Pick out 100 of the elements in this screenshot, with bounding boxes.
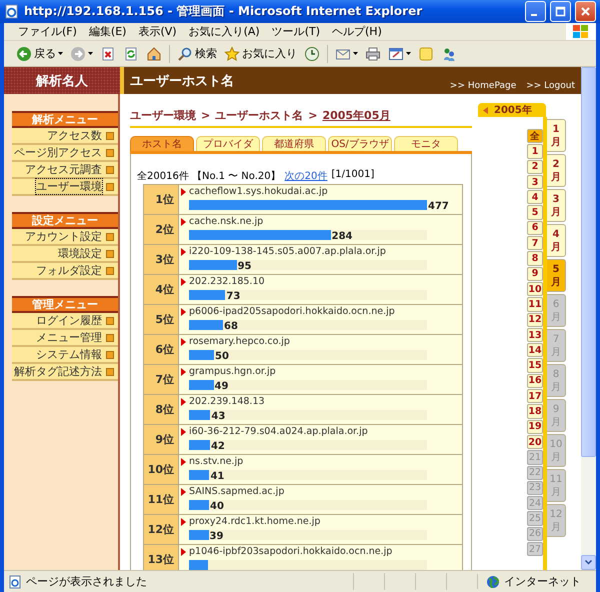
menu-item[interactable]: ツール(T) xyxy=(266,24,326,39)
status-text: ページが表示されました xyxy=(26,574,147,589)
sidebar-item[interactable]: 解析タグ記述方法 xyxy=(12,364,118,381)
window-title: http://192.168.1.156 - 管理画面 - Microsoft Internet Explorer xyxy=(24,3,424,20)
tab[interactable]: OS/ブラウザ xyxy=(328,136,392,151)
search-button[interactable]: 検索 xyxy=(175,44,219,62)
scroll-down-button[interactable] xyxy=(581,555,596,570)
month-tab[interactable]: 5 月 xyxy=(547,259,566,292)
tab[interactable]: ホスト名 xyxy=(130,136,194,151)
access-count: 39 xyxy=(210,532,224,542)
host-name: i60-36-212-79.s04.a024.ap.plala.or.jp xyxy=(189,426,368,437)
access-count: 41 xyxy=(210,472,224,482)
menu-item[interactable]: ファイル(F) xyxy=(12,24,83,39)
header-link[interactable]: >> Logout xyxy=(526,80,575,90)
close-button[interactable] xyxy=(575,1,596,22)
month-tab[interactable]: 3 月 xyxy=(547,189,566,222)
access-count: 43 xyxy=(211,412,226,422)
favorites-button[interactable]: お気に入り xyxy=(222,44,299,62)
menu-item[interactable]: 編集(E) xyxy=(82,24,132,39)
messenger-icon xyxy=(441,46,457,62)
day-button[interactable]: 5 xyxy=(527,205,543,220)
menu-item[interactable]: 表示(V) xyxy=(132,24,183,39)
rank-cell: 12位 xyxy=(144,514,178,544)
sidebar-item[interactable]: システム情報 xyxy=(12,347,118,364)
caret-icon[interactable] xyxy=(58,52,63,55)
back-button[interactable]: 戻る xyxy=(14,44,65,62)
sidebar-item[interactable]: フォルダ設定 xyxy=(12,263,118,280)
breadcrumb-item: ユーザー環境 xyxy=(130,108,196,123)
host-name: ns.stv.ne.jp xyxy=(189,456,244,467)
triangle-icon xyxy=(181,308,186,316)
triangle-icon xyxy=(181,488,186,496)
tab[interactable]: 都道府県 xyxy=(262,136,326,151)
stop-icon xyxy=(100,46,116,62)
day-button[interactable]: 2 xyxy=(527,160,543,174)
day-button[interactable]: 11 xyxy=(527,297,543,312)
month-tab[interactable]: 1 月 xyxy=(547,119,566,152)
day-button[interactable]: 18 xyxy=(527,404,543,419)
security-zone: インターネット xyxy=(504,574,581,589)
sidebar-item[interactable]: ログイン履歴 xyxy=(12,313,118,330)
day-button[interactable]: 3 xyxy=(527,174,543,190)
day-button[interactable]: 12 xyxy=(527,312,543,327)
day-button[interactable]: 9 xyxy=(527,266,543,281)
sidebar-item[interactable]: ユーザー環境 xyxy=(12,179,118,196)
next-page-link[interactable]: 次の20件 xyxy=(284,169,328,183)
forward-icon xyxy=(70,46,86,62)
print-icon xyxy=(365,46,381,62)
day-button[interactable]: 6 xyxy=(527,220,543,236)
host-name: p1046-ipbf203sapodori.hokkaido.ocn.ne.jp xyxy=(189,546,392,557)
rank-cell: 9位 xyxy=(144,424,178,454)
sidebar-item[interactable]: アクセス元調査 xyxy=(12,162,118,179)
host-name: 202.239.148.13 xyxy=(189,396,265,407)
history-button[interactable] xyxy=(302,44,322,62)
header-link[interactable]: >> HomePage xyxy=(450,80,516,90)
maximize-button[interactable] xyxy=(550,1,571,22)
back-icon xyxy=(16,46,32,62)
access-count: 477 xyxy=(428,202,449,212)
menu-item[interactable]: お気に入り(A) xyxy=(182,24,266,39)
day-button[interactable]: 14 xyxy=(527,343,543,358)
print-button[interactable] xyxy=(363,44,383,62)
day-button[interactable]: 13 xyxy=(527,328,543,342)
page-icon xyxy=(8,574,22,588)
menu-item[interactable]: ヘルプ(H) xyxy=(326,24,388,39)
caret-icon[interactable] xyxy=(406,52,411,55)
sidebar-item[interactable]: ページ別アクセス xyxy=(12,145,118,162)
sidebar-item[interactable]: アカウント設定 xyxy=(12,229,118,246)
sidebar-item[interactable]: メニュー管理 xyxy=(12,330,118,347)
day-button[interactable]: 17 xyxy=(527,389,543,404)
triangle-icon xyxy=(181,428,186,436)
sidebar-item[interactable]: 環境設定 xyxy=(12,246,118,263)
triangle-icon xyxy=(181,278,186,286)
note-icon xyxy=(418,46,434,62)
page-title: ユーザーホスト名 xyxy=(130,72,234,90)
day-button[interactable]: 7 xyxy=(527,236,543,250)
favorites-icon xyxy=(224,46,240,62)
day-button[interactable]: 15 xyxy=(527,358,543,373)
host-name: p6006-ipad205sapodori.hokkaido.ocn.ne.jp xyxy=(189,306,395,317)
access-count: 40 xyxy=(210,502,224,512)
caret-icon[interactable] xyxy=(353,52,358,55)
browser-icon xyxy=(5,4,20,19)
minimize-button[interactable] xyxy=(525,1,546,22)
day-button[interactable]: 20 xyxy=(527,434,543,450)
day-button[interactable]: 全 xyxy=(527,129,543,144)
breadcrumb-link[interactable]: 2005年05月 xyxy=(322,108,390,123)
triangle-icon xyxy=(181,518,186,526)
day-button[interactable]: 8 xyxy=(527,251,543,266)
host-name: i220-109-138-145.s05.a007.ap.plala.or.jp xyxy=(189,246,386,257)
day-button[interactable]: 10 xyxy=(527,282,543,296)
sidebar-item[interactable]: アクセス数 xyxy=(12,128,118,145)
day-button[interactable]: 4 xyxy=(527,190,543,204)
month-tab[interactable]: 2 月 xyxy=(547,154,566,187)
tab[interactable]: モニタ xyxy=(394,136,458,151)
day-button[interactable]: 1 xyxy=(527,144,543,159)
rank-cell: 11位 xyxy=(144,484,178,514)
year-label: 2005年 xyxy=(494,104,532,117)
month-tab[interactable]: 4 月 xyxy=(547,224,566,257)
tab[interactable]: プロバイダ xyxy=(196,136,260,151)
day-button[interactable]: 16 xyxy=(527,374,543,388)
caret-icon[interactable] xyxy=(88,52,93,55)
day-button[interactable]: 19 xyxy=(527,420,543,434)
triangle-icon xyxy=(181,188,186,196)
